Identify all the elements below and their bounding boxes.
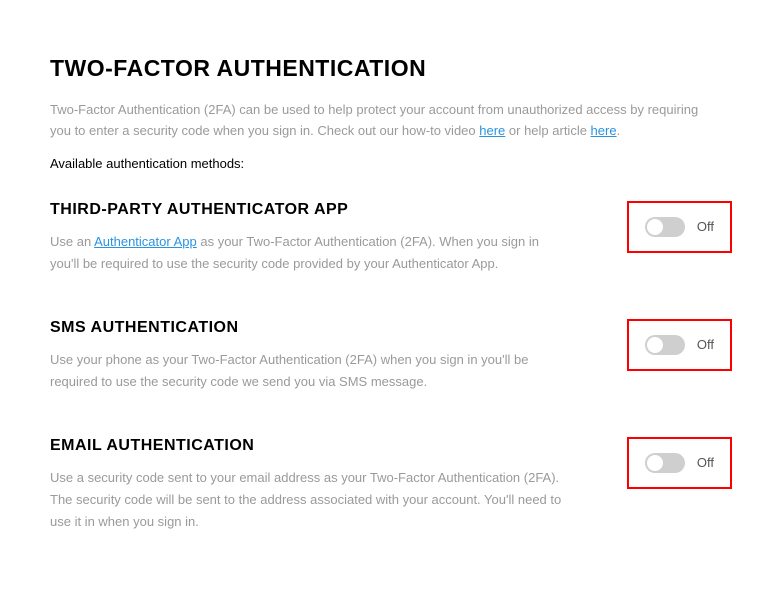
method-text-block: EMAIL AUTHENTICATION Use a security code…	[50, 437, 570, 533]
method-sms: SMS AUTHENTICATION Use your phone as you…	[50, 319, 732, 393]
toggle-label-sms: Off	[697, 337, 714, 352]
toggle-switch-email[interactable]	[645, 453, 685, 473]
toggle-switch-authenticator[interactable]	[645, 217, 685, 237]
method-desc-authenticator: Use an Authenticator App as your Two-Fac…	[50, 231, 570, 275]
method-email: EMAIL AUTHENTICATION Use a security code…	[50, 437, 732, 533]
intro-text-middle: or help article	[505, 123, 590, 138]
intro-text-suffix: .	[617, 123, 621, 138]
desc-prefix: Use an	[50, 234, 94, 249]
authenticator-app-link[interactable]: Authenticator App	[94, 234, 197, 249]
toggle-label-authenticator: Off	[697, 219, 714, 234]
toggle-label-email: Off	[697, 455, 714, 470]
toggle-container-email: Off	[627, 437, 732, 489]
howto-video-link[interactable]: here	[479, 123, 505, 138]
method-title-sms: SMS AUTHENTICATION	[50, 319, 570, 337]
help-article-link[interactable]: here	[591, 123, 617, 138]
page-title: TWO-FACTOR AUTHENTICATION	[50, 55, 732, 82]
toggle-container-authenticator: Off	[627, 201, 732, 253]
method-desc-sms: Use your phone as your Two-Factor Authen…	[50, 349, 570, 393]
method-title-authenticator: THIRD-PARTY AUTHENTICATOR APP	[50, 201, 570, 219]
method-desc-email: Use a security code sent to your email a…	[50, 467, 570, 533]
toggle-switch-sms[interactable]	[645, 335, 685, 355]
method-text-block: THIRD-PARTY AUTHENTICATOR APP Use an Aut…	[50, 201, 570, 275]
intro-paragraph: Two-Factor Authentication (2FA) can be u…	[50, 100, 710, 142]
method-text-block: SMS AUTHENTICATION Use your phone as you…	[50, 319, 570, 393]
method-authenticator-app: THIRD-PARTY AUTHENTICATOR APP Use an Aut…	[50, 201, 732, 275]
method-title-email: EMAIL AUTHENTICATION	[50, 437, 570, 455]
available-methods-label: Available authentication methods:	[50, 156, 732, 171]
toggle-container-sms: Off	[627, 319, 732, 371]
